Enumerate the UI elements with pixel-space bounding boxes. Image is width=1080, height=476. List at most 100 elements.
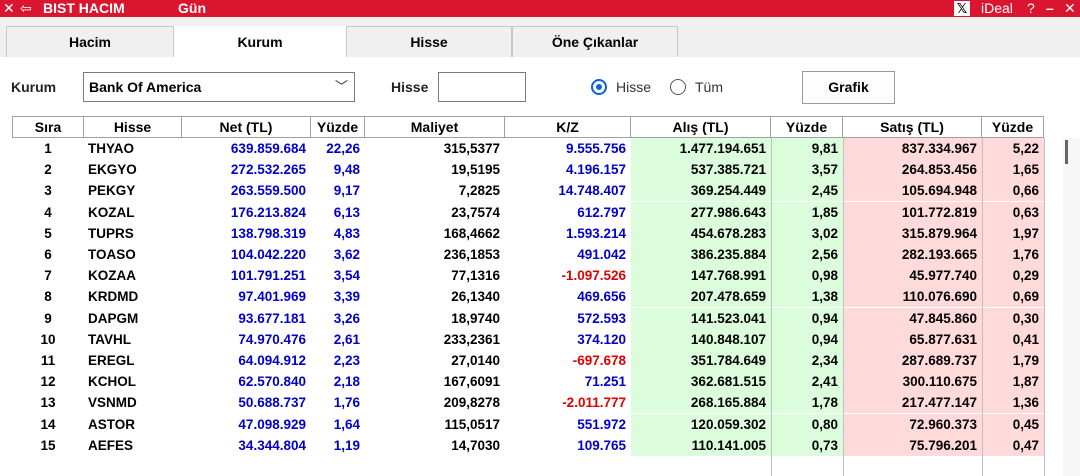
cell-sira: 2 [44,162,52,178]
tab-kurum[interactable]: Kurum [174,26,346,57]
cell-alis-yuzde: 1,38 [771,286,843,308]
cell-alis-yuzde: 2,56 [771,244,843,265]
cell-kz: 14.748.407 [558,183,626,199]
cell-alis: 141.523.041 [631,307,771,329]
table-row[interactable]: 15 AEFES 34.344.804 1,19 14,7030 109.765 110.1… [0,434,1080,456]
cell-alis-yuzde: 0,94 [771,328,843,350]
table-row[interactable]: 3 PEKGY 263.559.500 9,17 7,2825 14.748.407 369… [0,180,1080,202]
kurum-select[interactable]: Bank Of America ﹀ [83,72,355,102]
table-row[interactable]: 4 KOZAL 176.213.824 6,13 23,7574 612.797 277.9… [0,201,1080,223]
table-row[interactable]: 14 ASTOR 47.098.929 1,64 115,0517 551.972 120.… [0,413,1080,435]
radio-tum[interactable] [670,79,686,95]
table-row[interactable]: 12 KCHOL 62.570.840 2,18 167,6091 71.251 362.6… [0,371,1080,393]
col-header-satis[interactable]: Satış (TL) [842,116,982,138]
cell-sira: 4 [44,204,52,220]
period-label[interactable]: Gün [178,0,206,17]
cell-yuzde: 22,26 [326,141,360,156]
col-header-maliyet[interactable]: Maliyet [364,116,505,138]
cell-maliyet: 167,6091 [443,374,500,390]
col-header-sira[interactable]: Sıra [12,116,84,138]
cell-yuzde: 9,48 [333,162,360,178]
table-row[interactable]: 9 DAPGM 93.677.181 3,26 18,9740 572.593 141.52… [0,307,1080,329]
cell-hisse: KCHOL [88,374,136,390]
column-divider [1044,138,1045,476]
kurum-label: Kurum [11,79,57,95]
cell-yuzde: 1,19 [333,437,360,453]
cell-net: 64.094.912 [238,353,306,368]
cell-net: 138.798.319 [230,225,306,241]
table-row[interactable]: 7 KOZAA 101.791.251 3,54 77,1316 -1.097.526 14… [0,265,1080,287]
cell-maliyet: 7,2825 [458,183,500,199]
cell-satis-yuzde: 0,66 [982,180,1044,202]
cell-maliyet: 315,5377 [443,141,500,156]
hisse-input[interactable] [438,72,526,102]
table-row[interactable]: 1 THYAO 639.859.684 22,26 315,5377 9.555.756 1… [0,138,1080,159]
cell-satis-yuzde: 0,63 [982,201,1044,223]
cell-kz: 612.797 [577,204,626,220]
cell-maliyet: 236,1853 [443,247,500,262]
cell-yuzde: 2,61 [333,331,360,347]
tab-hisse[interactable]: Hisse [346,26,512,57]
cell-maliyet: 233,2361 [443,331,500,347]
cell-sira: 15 [40,437,56,453]
cell-yuzde: 2,23 [333,353,360,368]
cell-satis: 300.110.675 [843,371,982,393]
help-button[interactable]: ? [1027,0,1035,17]
cell-satis: 315.879.964 [843,222,982,244]
grafik-button[interactable]: Grafik [802,71,895,104]
table-row[interactable]: 13 VSNMD 50.688.737 1,76 209,8278 -2.011.777 2… [0,392,1080,414]
cell-satis-yuzde: 0,41 [982,328,1044,350]
table-row[interactable]: 8 KRDMD 97.401.969 3,39 26,1340 469.656 207.47… [0,286,1080,308]
col-header-net[interactable]: Net (TL) [181,116,311,138]
cell-yuzde: 3,54 [333,268,360,284]
cell-alis: 140.848.107 [631,328,771,350]
col-header-hisse[interactable]: Hisse [83,116,182,138]
cell-sira: 12 [40,374,56,390]
scrollbar-thumb[interactable] [1065,140,1068,164]
cell-alis: 120.059.302 [631,413,771,435]
cell-alis: 110.141.005 [631,434,771,456]
tab-hacim[interactable]: Hacim [6,26,174,57]
minimize-button[interactable]: – [1046,0,1054,17]
chevron-down-icon[interactable]: ﹀ [335,73,348,101]
tab-one-cikanlar[interactable]: Öne Çıkanlar [512,26,678,57]
cell-hisse: VSNMD [88,395,137,411]
cell-satis-yuzde: 1,76 [982,244,1044,265]
cell-alis-yuzde: 3,02 [771,222,843,244]
cell-alis-yuzde: 0,80 [771,413,843,435]
table-row[interactable]: 6 TOASO 104.042.220 3,62 236,1853 491.042 386.… [0,244,1080,265]
close-icon[interactable]: ✕ [3,0,15,17]
cell-satis: 105.694.948 [843,180,982,202]
cell-satis: 264.853.456 [843,159,982,181]
column-divider [982,138,983,476]
cell-alis: 351.784.649 [631,350,771,371]
back-icon[interactable]: ⇦ [20,0,32,17]
cell-net: 47.098.929 [238,416,306,432]
cell-sira: 8 [44,289,52,305]
cell-alis-yuzde: 2,34 [771,350,843,371]
cell-hisse: THYAO [88,141,135,156]
radio-hisse[interactable] [591,79,607,95]
col-header-alis[interactable]: Alış (TL) [630,116,771,138]
vertical-scrollbar[interactable] [1063,138,1080,476]
cell-alis-yuzde: 9,81 [771,138,843,159]
brand-label: iDeal [981,0,1013,16]
col-header-satis-yuzde[interactable]: Yüzde [981,116,1044,138]
radio-tum-label[interactable]: Tüm [695,77,723,97]
table-row[interactable]: 11 EREGL 64.094.912 2,23 27,0140 -697.678 351.… [0,350,1080,371]
cell-net: 93.677.181 [238,310,306,326]
x-logo-icon[interactable]: 𝕏 [954,1,970,16]
cell-satis: 837.334.967 [843,138,982,159]
col-header-yuzde[interactable]: Yüzde [310,116,365,138]
col-header-alis-yuzde[interactable]: Yüzde [770,116,843,138]
radio-hisse-label[interactable]: Hisse [616,77,651,97]
table-row[interactable]: 2 EKGYO 272.532.265 9,48 19,5195 4.196.157 537… [0,159,1080,181]
tab-bar: Hacim Kurum Hisse Öne Çıkanlar [0,26,1080,57]
cell-satis: 110.076.690 [843,286,982,308]
table-row[interactable]: 5 TUPRS 138.798.319 4,83 168,4662 1.593.214 45… [0,222,1080,244]
close-button[interactable]: ✕ [1064,0,1076,17]
table-row[interactable]: 10 TAVHL 74.970.476 2,61 233,2361 374.120 140.… [0,328,1080,350]
col-header-kz[interactable]: K/Z [504,116,631,138]
cell-alis: 386.235.884 [631,244,771,265]
cell-hisse: AEFES [88,437,134,453]
